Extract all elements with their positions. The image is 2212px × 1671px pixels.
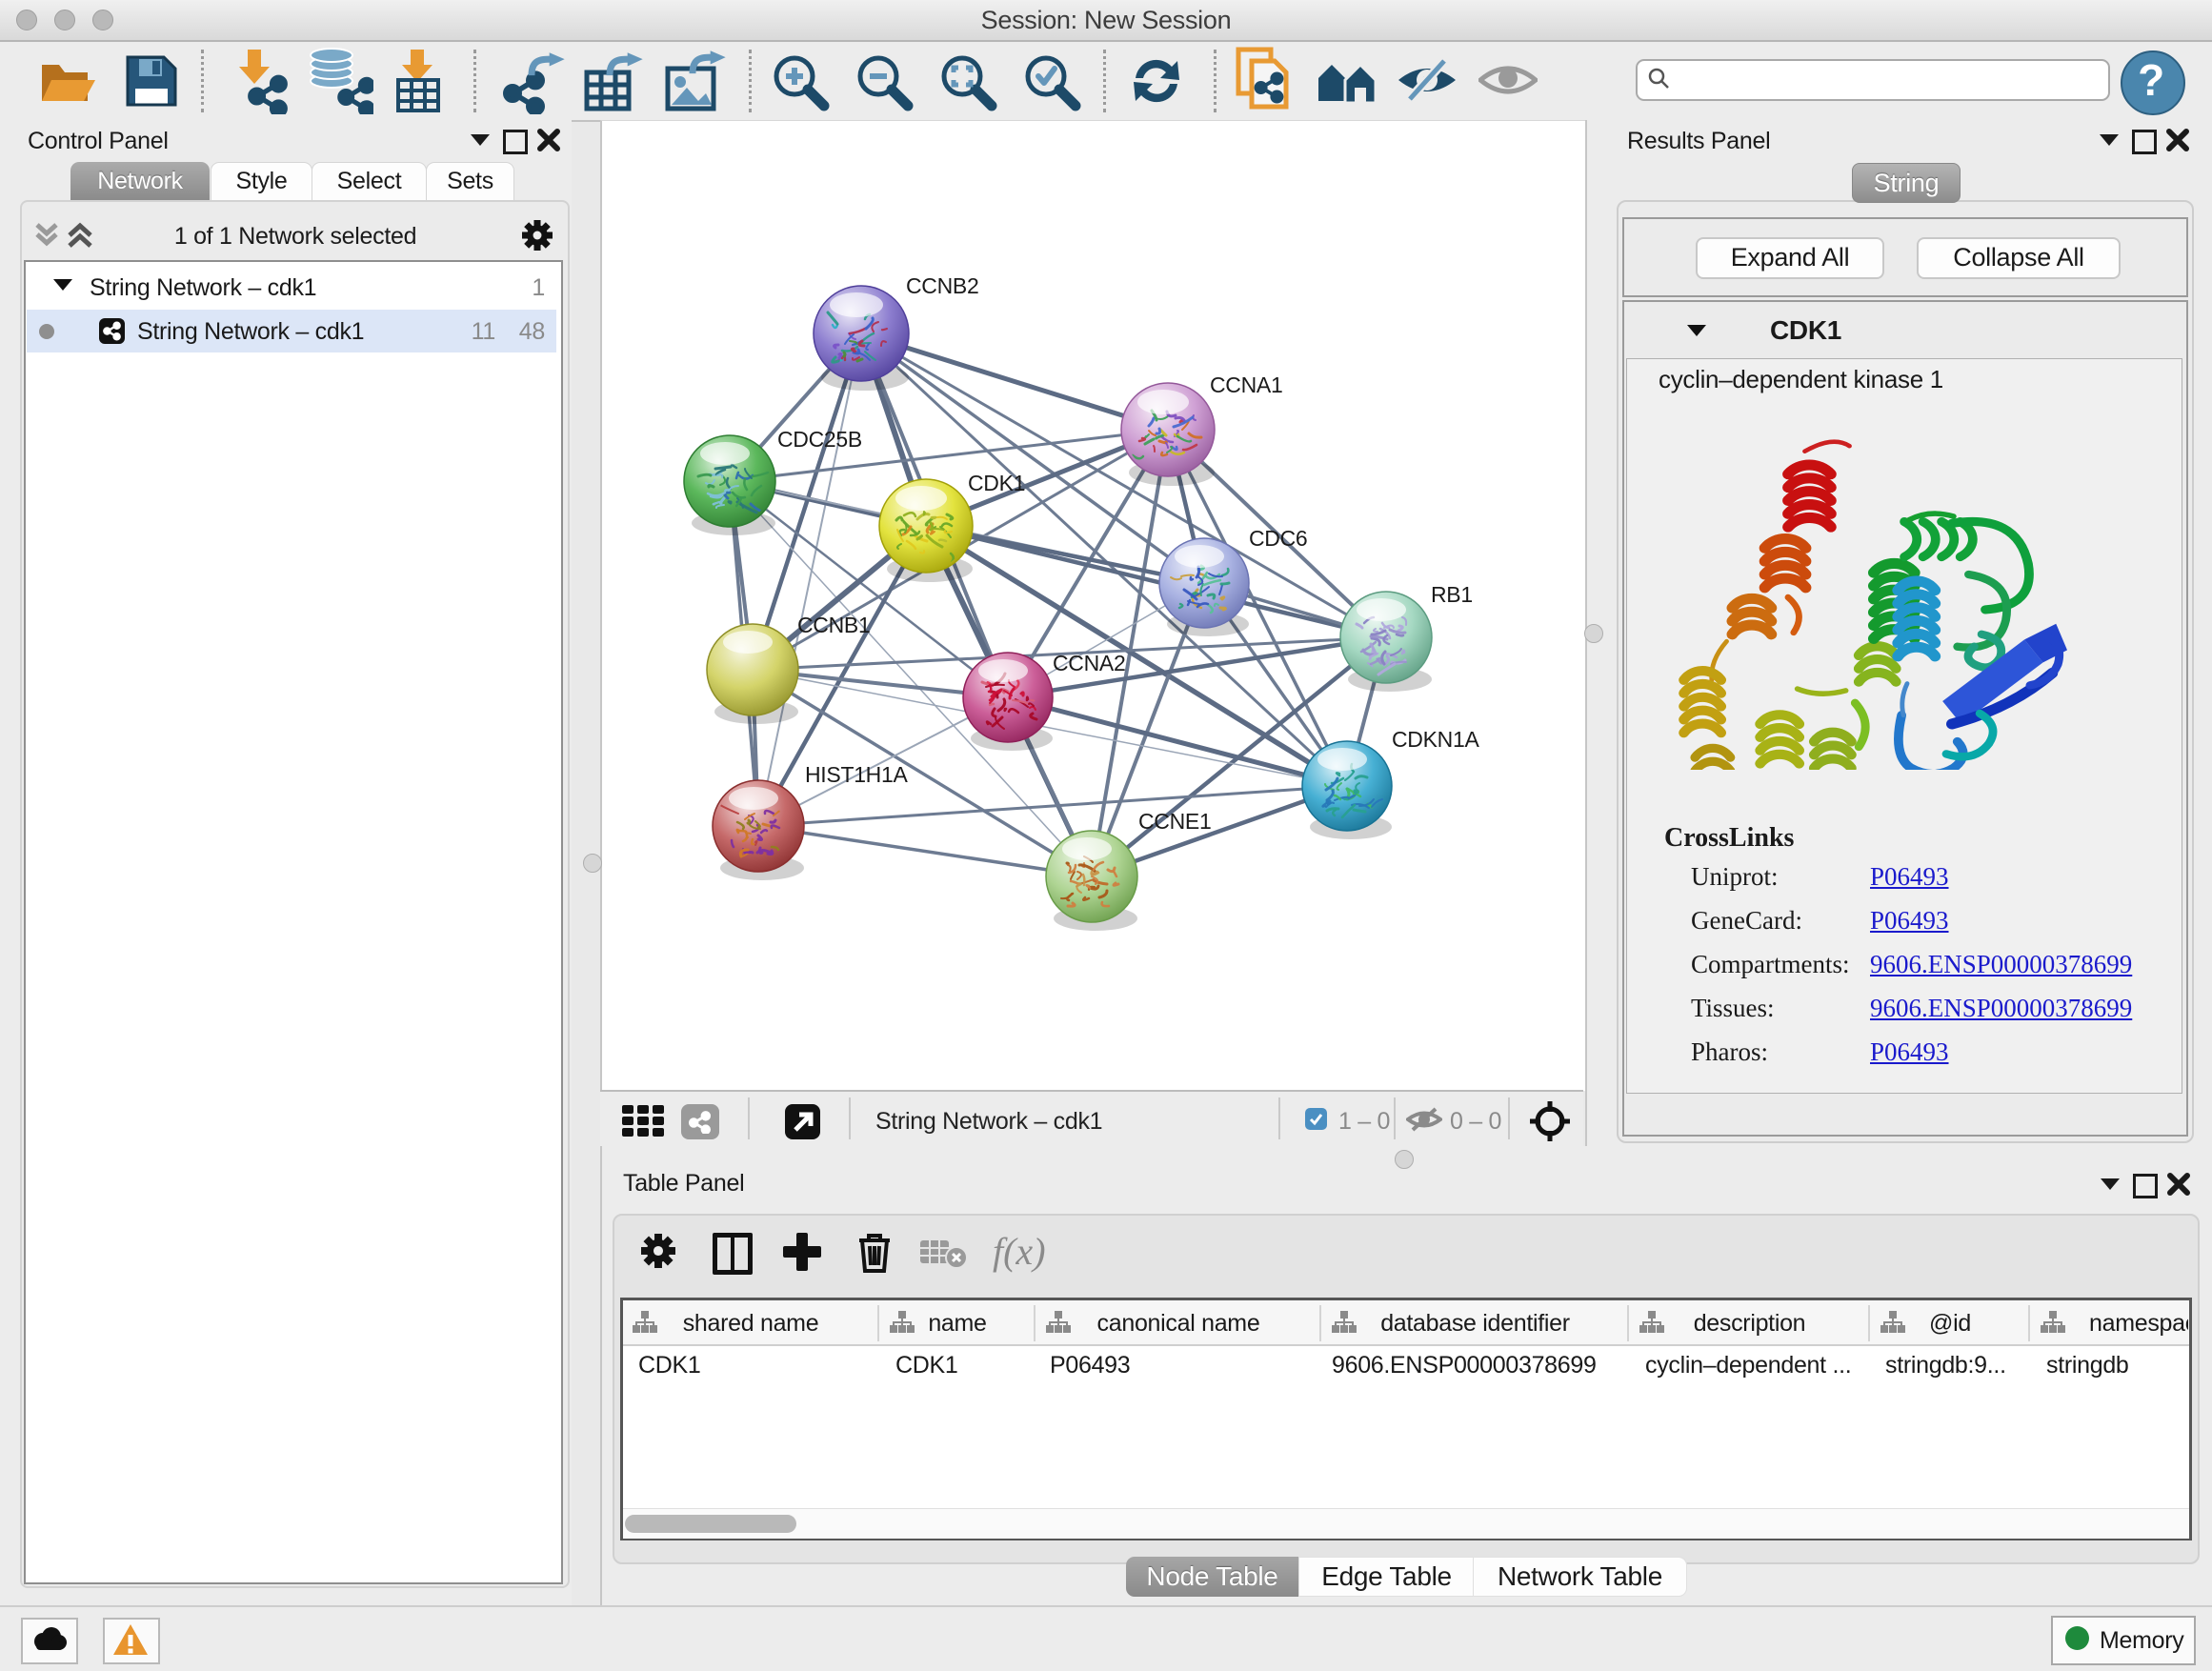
svg-text:CDC6: CDC6	[1249, 526, 1307, 551]
svg-text:CCNA2: CCNA2	[1053, 651, 1125, 675]
svg-text:RB1: RB1	[1431, 582, 1473, 607]
svg-text:CCNB1: CCNB1	[797, 613, 870, 637]
svg-text:HIST1H1A: HIST1H1A	[805, 762, 908, 787]
svg-text:CDC25B: CDC25B	[777, 427, 862, 452]
svg-text:CDK1: CDK1	[968, 471, 1025, 495]
svg-text:CCNE1: CCNE1	[1138, 809, 1211, 834]
svg-text:CCNA1: CCNA1	[1210, 372, 1282, 397]
svg-text:CCNB2: CCNB2	[906, 273, 978, 298]
svg-text:CDKN1A: CDKN1A	[1392, 727, 1479, 752]
